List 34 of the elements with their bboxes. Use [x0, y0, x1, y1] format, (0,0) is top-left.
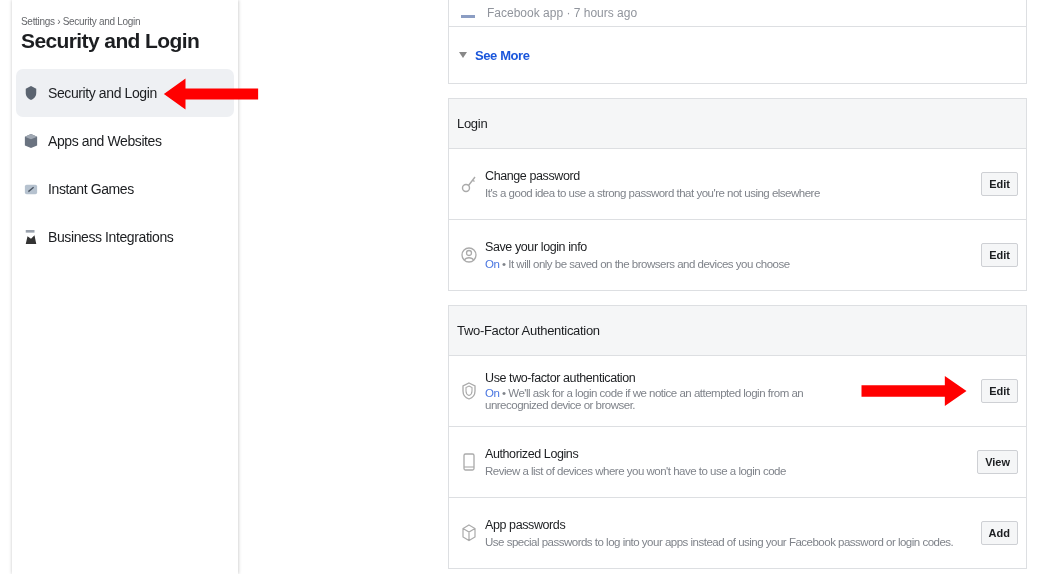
shield-icon	[461, 381, 477, 401]
page-title: Security and Login	[20, 29, 201, 53]
action-button[interactable]: Edit	[981, 379, 1018, 403]
session-entry: Facebook app · 7 hours ago	[487, 6, 638, 20]
section-header: Login	[449, 99, 1026, 149]
cube-icon	[24, 132, 38, 150]
device-icon	[461, 15, 475, 19]
setting-description: Use special passwords to log into your apps instead of using your Facebook password or login codes.	[485, 536, 955, 548]
shield-icon	[24, 84, 38, 102]
setting-description: It's a good idea to use a strong password that you're not using elsewhere	[485, 187, 821, 199]
sidebar-item[interactable]: Apps and Websites	[16, 117, 234, 165]
sidebar-item[interactable]: Instant Games	[16, 165, 234, 213]
sidebar-item[interactable]: Security and Login	[16, 69, 234, 117]
action-button[interactable]: Add	[980, 521, 1018, 545]
setting-title: Save your login info	[485, 240, 588, 254]
person-icon	[461, 245, 477, 265]
setting-title: Change password	[485, 169, 581, 183]
action-button[interactable]: Edit	[981, 172, 1018, 196]
breadcrumb[interactable]: Settings › Security and Login	[16, 16, 234, 27]
sidebar-item[interactable]: Business Integrations	[16, 213, 234, 261]
setting-title: Authorized Logins	[485, 447, 580, 461]
setting-description: On • We'll ask for a login code if we notice an attempted login from an unrecognized device or browser.	[485, 387, 805, 411]
action-button[interactable]: View	[977, 450, 1018, 474]
setting-title: Use two-factor authentication	[485, 371, 637, 385]
cube-icon	[461, 523, 477, 543]
setting-description: On • It will only be saved on the browsers and devices you choose	[485, 258, 791, 270]
key-icon	[461, 174, 477, 194]
action-button[interactable]: Edit	[981, 243, 1018, 267]
caret-icon	[459, 52, 467, 58]
phone-icon	[461, 452, 477, 472]
setting-description: Review a list of devices where you won't have to use a login code	[485, 465, 787, 477]
see-more-link[interactable]: See More	[475, 47, 530, 63]
section-header: Two-Factor Authentication	[449, 306, 1026, 356]
setting-title: App passwords	[485, 518, 567, 532]
